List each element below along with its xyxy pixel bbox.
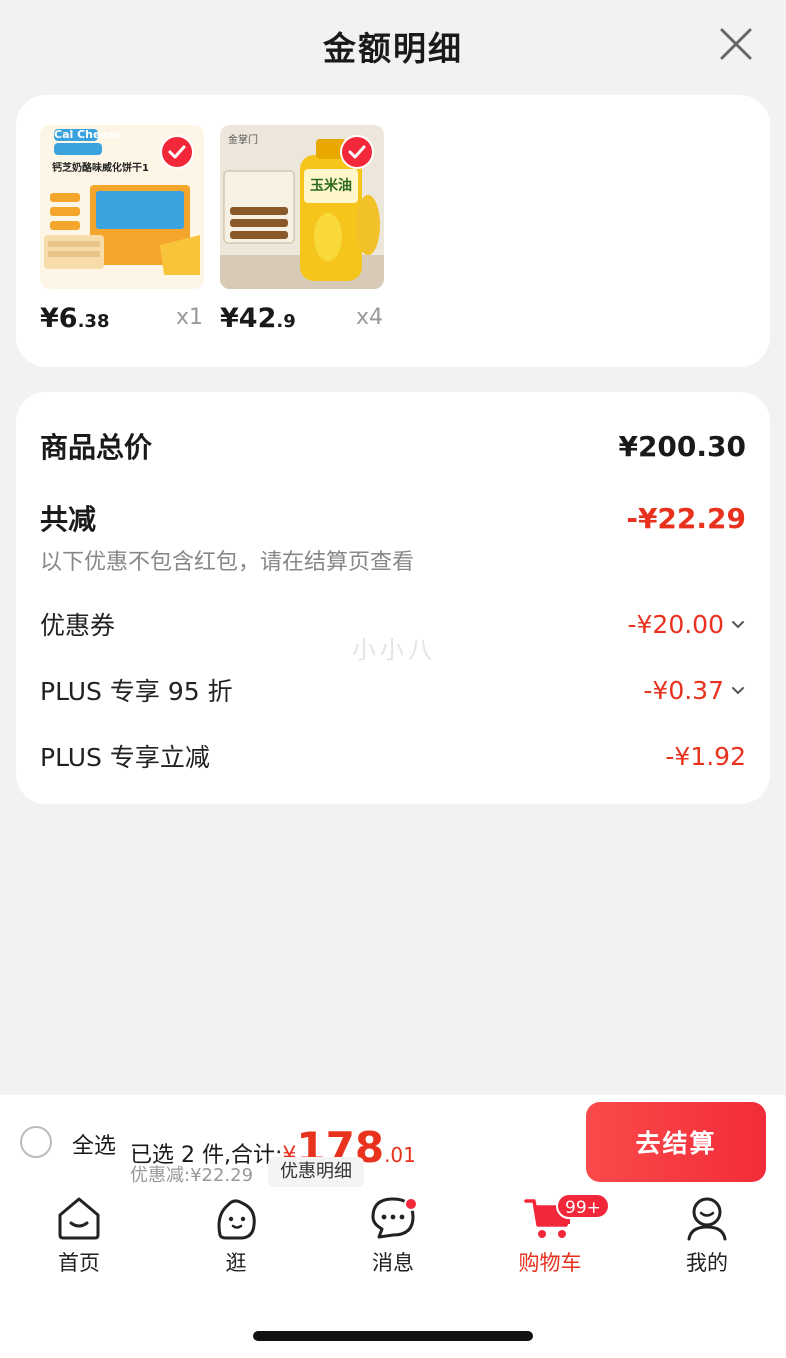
price-integer: ¥6	[40, 303, 78, 334]
product-price: ¥42.9	[220, 303, 296, 334]
discount-note: 以下优惠不包含红包，请在结算页查看	[40, 550, 415, 575]
total-discount-label: 共减	[40, 503, 97, 536]
cheese-wafer-image[interactable]: Cal Cheese 钙芝奶酪味威化饼干1	[40, 125, 204, 289]
sheet-title: 金额明细	[323, 29, 463, 68]
product-quantity: x1	[176, 305, 204, 330]
select-all-label[interactable]: 全选	[72, 1128, 116, 1160]
cart-count-badge: 99+	[556, 1193, 610, 1219]
total-discount-value: -¥22.29	[626, 501, 746, 535]
plus-95-value: -¥0.37	[643, 675, 724, 705]
total-discount-row: 共减 -¥22.29	[40, 498, 746, 538]
plus-instant-label: PLUS 专享立减	[40, 743, 210, 772]
profile-icon	[687, 1197, 727, 1241]
discount-summary: 优惠减:¥22.29	[130, 1165, 254, 1186]
coupon-row[interactable]: 优惠券 -¥20.00	[40, 606, 746, 642]
products-card: Cal Cheese 钙芝奶酪味威化饼干1 ¥6.38 x1 金掌门 玉米油 ¥…	[16, 95, 770, 367]
select-all-checkbox[interactable]	[20, 1126, 52, 1158]
total-price-row: 商品总价 ¥200.30	[40, 426, 746, 466]
total-price-value: ¥200.30	[618, 429, 746, 463]
product-brand: Cal Cheese	[54, 128, 122, 141]
tab-label: 消息	[372, 1251, 414, 1275]
tab-label: 逛	[225, 1251, 247, 1275]
home-icon	[58, 1197, 100, 1240]
corn-oil-image[interactable]: 金掌门 玉米油	[220, 125, 384, 289]
chevron-down-icon[interactable]	[730, 616, 746, 632]
plus-instant-row: PLUS 专享立减 -¥1.92	[40, 738, 746, 774]
home-indicator	[253, 1331, 533, 1341]
product-price: ¥6.38	[40, 303, 109, 334]
product-name: 玉米油	[310, 178, 352, 194]
notification-dot	[404, 1197, 418, 1211]
plus-instant-value: -¥1.92	[665, 741, 746, 771]
price-integer: ¥42	[220, 303, 277, 334]
amount-detail-sheet: 金额明细 Cal Cheese 钙芝奶酪味威化饼干1 ¥6.38 x1 金掌门 …	[0, 0, 786, 1095]
product-brand: 金掌门	[228, 135, 258, 146]
product-quantity: x4	[356, 305, 384, 330]
tab-messages[interactable]: 消息	[333, 1195, 453, 1277]
coupon-label: 优惠券	[40, 611, 116, 640]
coupon-value: -¥20.00	[627, 609, 725, 639]
tab-home[interactable]: 首页	[19, 1195, 139, 1277]
total-decimal: .01	[384, 1143, 416, 1167]
plus-95-label: PLUS 专享 95 折	[40, 677, 233, 706]
checkout-button[interactable]: 去结算	[586, 1102, 766, 1182]
price-decimal: .9	[276, 311, 296, 332]
tab-profile[interactable]: 我的	[647, 1195, 767, 1277]
chevron-down-icon[interactable]	[730, 682, 746, 698]
plus-95-value-wrap[interactable]: -¥0.37	[643, 676, 746, 705]
tab-label: 我的	[686, 1251, 728, 1275]
check-icon[interactable]	[160, 135, 194, 169]
tab-label: 购物车	[518, 1251, 582, 1275]
tab-label: 首页	[58, 1251, 100, 1275]
plus-95-row[interactable]: PLUS 专享 95 折 -¥0.37	[40, 672, 746, 708]
price-summary-card: 商品总价 ¥200.30 共减 -¥22.29 以下优惠不包含红包，请在结算页查…	[16, 392, 770, 804]
tab-explore[interactable]: 逛	[176, 1195, 296, 1277]
explore-face-icon	[217, 1199, 256, 1240]
coupon-value-wrap[interactable]: -¥20.00	[628, 610, 747, 639]
check-icon[interactable]	[340, 135, 374, 169]
product-name: 钙芝奶酪味威化饼干1	[52, 163, 149, 174]
discount-detail-button[interactable]: 优惠明细	[268, 1157, 364, 1187]
tab-cart[interactable]: 99+ 购物车	[490, 1193, 610, 1277]
close-icon[interactable]	[716, 24, 756, 64]
bottom-tabbar: 首页 逛 消息 99+ 购物车 我的	[0, 1193, 786, 1295]
price-decimal: .38	[77, 311, 110, 332]
total-price-label: 商品总价	[40, 431, 153, 464]
